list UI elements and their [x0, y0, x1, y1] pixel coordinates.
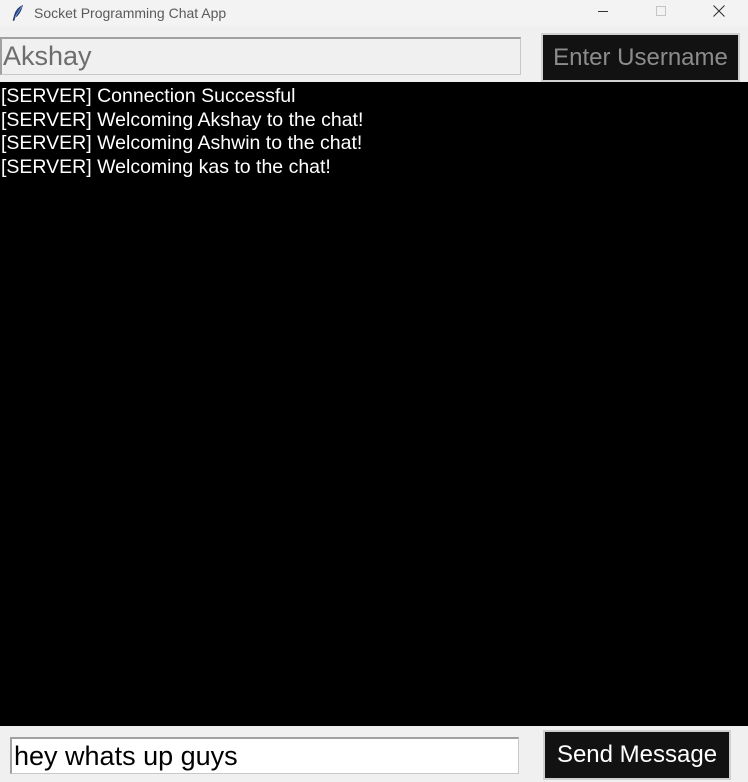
- window-controls: [574, 0, 748, 26]
- window-title: Socket Programming Chat App: [34, 5, 227, 21]
- title-bar[interactable]: Socket Programming Chat App: [0, 0, 748, 26]
- close-icon: [712, 4, 726, 23]
- minimize-icon: [597, 4, 609, 22]
- close-button[interactable]: [690, 0, 748, 26]
- message-input[interactable]: [10, 737, 519, 774]
- send-message-button[interactable]: Send Message: [543, 730, 731, 780]
- message-line: [SERVER] Connection Successful: [1, 85, 296, 107]
- message-log[interactable]: [SERVER] Connection Successful [SERVER] …: [0, 82, 748, 726]
- feather-icon: [10, 5, 26, 21]
- maximize-button[interactable]: [632, 0, 690, 26]
- enter-username-button[interactable]: Enter Username: [541, 33, 740, 82]
- username-row: Enter Username: [0, 33, 748, 82]
- message-line: [SERVER] Welcoming kas to the chat!: [1, 155, 331, 178]
- minimize-button[interactable]: [574, 0, 632, 26]
- chat-app-window: Socket Programming Chat App Enter Userna…: [0, 0, 748, 782]
- message-line: [SERVER] Welcoming Ashwin to the chat!: [1, 132, 363, 154]
- username-input[interactable]: [0, 37, 521, 75]
- message-line: [SERVER] Welcoming Akshay to the chat!: [1, 108, 364, 131]
- maximize-icon: [655, 4, 667, 22]
- composer-row: Send Message: [0, 726, 748, 782]
